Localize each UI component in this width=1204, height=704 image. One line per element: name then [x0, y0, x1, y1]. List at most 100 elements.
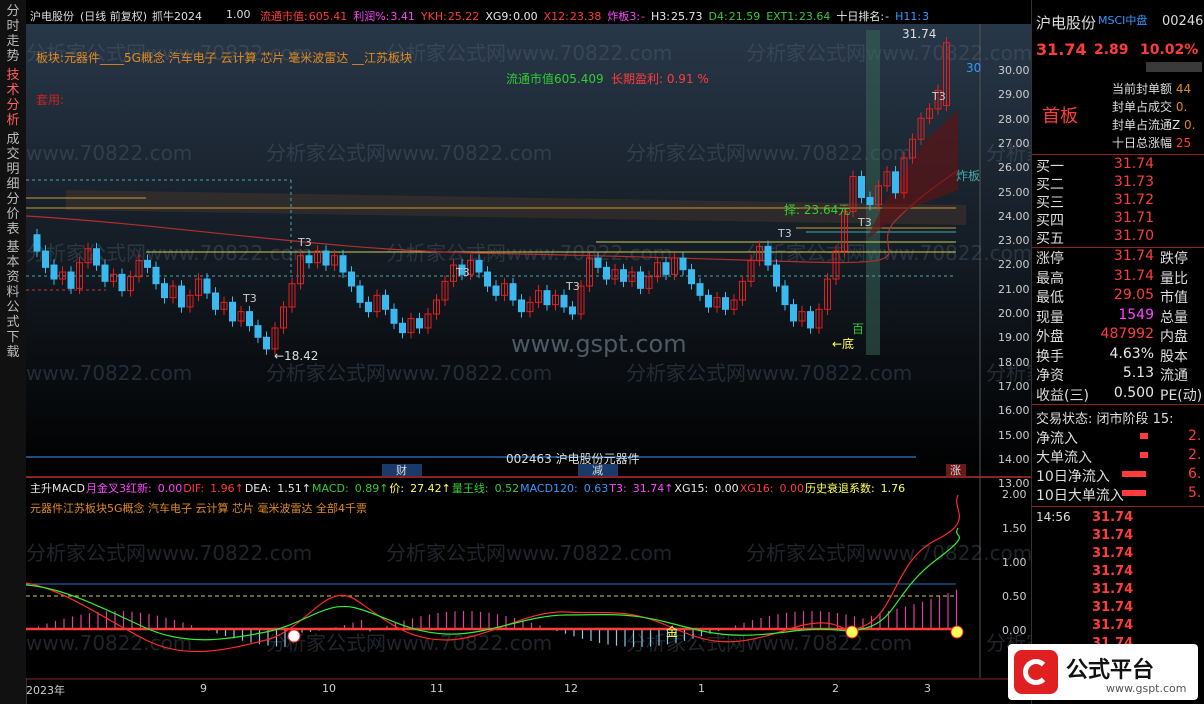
gspt-watermark: www.gspt.com: [511, 330, 687, 358]
stat-row-label2: 量比: [1160, 270, 1188, 287]
highlight-column: [866, 30, 880, 355]
watermark-text: 分析家公式网www.70822.com: [266, 361, 552, 385]
price-tick: 23.00: [998, 234, 1030, 248]
header-item: 炸板3:: [607, 10, 641, 23]
ze-label: 择: 23.64元: [784, 203, 850, 217]
header-item: XG9:: [485, 10, 513, 23]
tab-trade-detail[interactable]: 成交明细: [2, 132, 24, 192]
price-tick: 17.00: [998, 379, 1030, 393]
gspt-logo: 公式平台 www.gspt.com: [1008, 644, 1198, 700]
tab-technical-analysis[interactable]: 技术分析: [2, 68, 24, 128]
tab-basic-info[interactable]: 基本资料: [2, 240, 24, 300]
flow-row-label: 10日净流入: [1036, 469, 1110, 485]
tab-formula-download[interactable]: 公式下载: [2, 300, 24, 360]
candle-body: [688, 269, 695, 285]
signal-marker: [950, 625, 964, 639]
seal-value: 25: [1172, 136, 1192, 150]
flow-value: 6.: [1188, 466, 1202, 482]
candle-body: [594, 257, 602, 268]
candle-body: [866, 196, 874, 205]
x-tick: 1: [698, 682, 705, 695]
tab-price-table[interactable]: 分价表: [2, 192, 24, 237]
concept-text: 板块:元器件____5G概念 汽车电子 云计算 芯片 毫米波雷达 __江苏板块: [36, 50, 412, 65]
stat-row-label2: PE(动): [1160, 387, 1203, 404]
stat-row-value: 1549: [1118, 306, 1154, 323]
stat-row: 最高 31.74 量比: [1036, 267, 1204, 287]
macd-item: 27.42↑: [410, 482, 451, 495]
indicator-name[interactable]: 抓牛2024: [152, 8, 202, 24]
candle-body: [50, 264, 58, 280]
candle-body: [518, 299, 525, 313]
stat-row-value: 5.13: [1122, 365, 1154, 381]
macd-item: MACD120:: [520, 482, 578, 495]
candle-body: [475, 259, 483, 273]
flow-bar: [1122, 471, 1146, 477]
candle-body: [543, 290, 551, 306]
watermark-text: 分析家公式网www.70822.com: [26, 541, 312, 565]
candle-body: [679, 257, 687, 271]
tick-price: 31.74: [1092, 582, 1134, 597]
bid-row: 买四 31.71: [1036, 210, 1204, 229]
candle-body: [569, 306, 576, 315]
logo-text: 公式平台: [1066, 658, 1155, 683]
seal-row: 封单占成交 0.: [1112, 98, 1187, 115]
x-tick: 11: [430, 682, 444, 695]
price-tick: 30.00: [998, 64, 1030, 77]
tab-time-sharing[interactable]: 分时走势: [2, 4, 24, 64]
bid-row-label: 买五: [1036, 231, 1064, 247]
candle-body: [254, 325, 262, 338]
macd-tick: 2.00: [1002, 488, 1027, 501]
macd-header: 主升MACD月金叉3红新: 0.00DIF: 1.96↑DEA: 1.51↑MACD:…: [26, 480, 976, 515]
high-label: 31.74: [902, 27, 936, 41]
tick-price: 31.74: [1092, 546, 1134, 561]
stat-row-value: 31.74: [1113, 248, 1154, 264]
candle-body: [161, 283, 168, 299]
macd-tick: 0.50: [1002, 590, 1027, 603]
stat-row-label: 净资: [1036, 368, 1064, 384]
x-tick: 3: [924, 682, 931, 695]
candle-body: [781, 285, 789, 306]
header-item: 利润%:: [353, 10, 390, 23]
candle-body: [705, 294, 712, 308]
price-tick: 26.00: [998, 161, 1030, 175]
quote-price: 31.74: [1036, 40, 1087, 59]
stat-row-value: 31.74: [1113, 267, 1154, 284]
kline-chart[interactable]: 分析家公式网www.70822.com 分析家公式网www.70822.com 分析…: [26, 0, 1031, 704]
header-item: 3: [922, 10, 930, 23]
collapse-bar[interactable]: [1146, 62, 1202, 72]
jin-label: 金: [666, 624, 678, 639]
quote-stock-name: 沪电股份: [1036, 14, 1097, 32]
flow-row-label: 10日大单流入: [1036, 488, 1124, 504]
stat-row-value: 0.500: [1113, 384, 1154, 401]
tick-price: 31.74: [1092, 510, 1134, 525]
divider: [1032, 506, 1204, 507]
flow-bar: [1140, 452, 1148, 458]
candle-body: [203, 278, 211, 294]
header-item: 25.22: [447, 10, 480, 23]
logo-icon: [1014, 650, 1058, 694]
watermark-text: 分析家公式网www.70822.com: [26, 361, 192, 385]
macd-item: 0.52: [494, 482, 520, 495]
x-tick: 9: [200, 682, 207, 695]
header-item: -: [885, 10, 890, 23]
stat-row: 现量 1549 总量: [1036, 306, 1204, 326]
watermark-text: 分析家公式网www.70822.com: [626, 361, 912, 385]
header-item: -: [641, 10, 646, 23]
candle-body: [858, 176, 865, 198]
t3-label: T3: [857, 216, 872, 229]
profit-label: 长期盈利: 0.91 %: [611, 72, 709, 86]
bid-row: 买三 31.72: [1036, 192, 1204, 211]
cai-tag: 财: [396, 463, 407, 477]
header-item: X12:: [543, 10, 569, 23]
candle-body: [263, 336, 270, 350]
candle-body: [348, 271, 355, 287]
stat-row-label2: 流通: [1160, 368, 1188, 384]
period-label[interactable]: (日线 前复权): [80, 8, 147, 24]
header-item: EXT1:: [766, 10, 798, 23]
price-tick: 27.00: [998, 136, 1030, 150]
candle-body: [365, 301, 372, 313]
candle-body: [509, 283, 517, 301]
signal-marker: [287, 629, 301, 643]
t3-label: T3: [242, 292, 257, 305]
candle-body: [662, 262, 670, 275]
